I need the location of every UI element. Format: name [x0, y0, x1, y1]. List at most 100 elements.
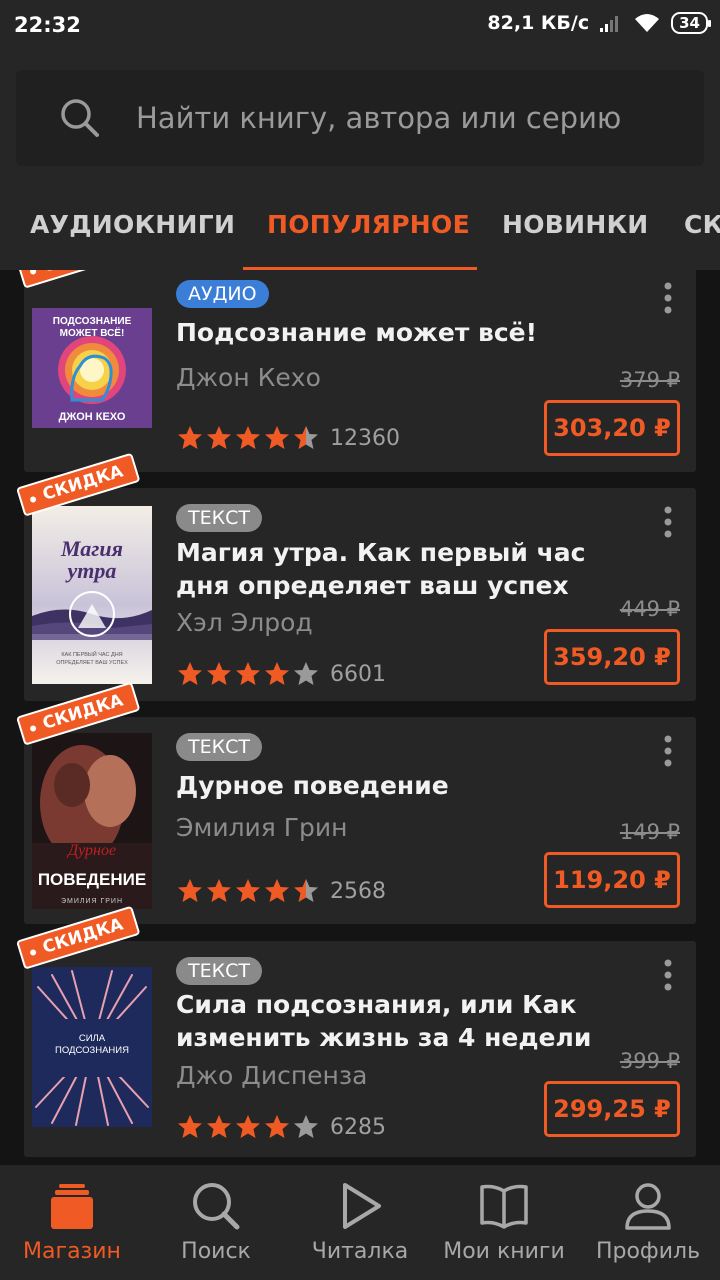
- svg-text:КАК ПЕРВЫЙ ЧАС ДНЯ: КАК ПЕРВЫЙ ЧАС ДНЯ: [61, 650, 122, 658]
- star-icon: [236, 1115, 260, 1138]
- star-icon: [178, 426, 202, 449]
- rating-count: 6285: [330, 1114, 386, 1140]
- header: Найти книгу, автора или серию АУДИОКНИГИ…: [0, 52, 720, 270]
- rating-count: 12360: [330, 425, 400, 451]
- format-chip: ТЕКСТ: [176, 957, 262, 985]
- rating-stars: [176, 1113, 320, 1141]
- nav-reader-label: Читалка: [311, 1239, 409, 1264]
- nav-profile[interactable]: Профиль: [576, 1165, 720, 1280]
- search-input[interactable]: Найти книгу, автора или серию: [16, 70, 704, 166]
- status-indicators: 82,1 КБ/с 34: [487, 12, 711, 34]
- rating-count: 6601: [330, 661, 386, 687]
- search-icon: [193, 1183, 240, 1230]
- star-icon: [178, 662, 202, 685]
- svg-text:ЭМИЛИЯ ГРИН: ЭМИЛИЯ ГРИН: [61, 898, 123, 905]
- nav-profile-label: Профиль: [595, 1239, 701, 1264]
- profile-icon: [625, 1183, 671, 1230]
- signal-icon: [600, 16, 619, 32]
- status-time: 22:32: [14, 13, 81, 37]
- book-author[interactable]: Хэл Элрод: [176, 608, 313, 637]
- nav-my-books[interactable]: Мои книги: [432, 1165, 576, 1280]
- wifi-icon: [635, 14, 660, 32]
- svg-text:Дурное: Дурное: [66, 842, 116, 859]
- rating-count: 2568: [330, 878, 386, 904]
- tab-audiobooks[interactable]: АУДИОКНИГИ: [30, 210, 235, 270]
- buy-price-button[interactable]: 299,25 ₽: [544, 1081, 680, 1137]
- format-chip: ТЕКСТ: [176, 504, 262, 532]
- star-icon: [236, 426, 260, 449]
- bottom-navigation: Магазин Поиск Читалка Мои книги Профиль: [0, 1165, 720, 1280]
- book-title[interactable]: Сила подсознания, или Как изменить жизнь…: [176, 988, 646, 1054]
- star-icon: [236, 879, 260, 902]
- book-title[interactable]: Дурное поведение: [176, 769, 646, 802]
- rating-stars: [176, 424, 320, 452]
- old-price: 379 ₽: [619, 368, 680, 392]
- nav-my-books-label: Мои книги: [443, 1239, 565, 1264]
- network-speed: 82,1 КБ/с: [487, 12, 590, 34]
- rating: 12360: [176, 424, 400, 452]
- book-list[interactable]: ПОДСОЗНАНИЕ МОЖЕТ ВСЁ! ДЖОН КЕХО СКИДКА …: [0, 270, 720, 1165]
- book-cover[interactable]: СИЛА ПОДСОЗНАНИЯ: [32, 967, 152, 1127]
- book-icon: [480, 1184, 528, 1229]
- book-cover[interactable]: Магия утра КАК ПЕРВЫЙ ЧАС ДНЯ ОПРЕДЕЛЯЕТ…: [32, 506, 152, 684]
- book-card[interactable]: Магия утра КАК ПЕРВЫЙ ЧАС ДНЯ ОПРЕДЕЛЯЕТ…: [16, 452, 696, 701]
- tab-discounts[interactable]: СК: [684, 210, 720, 270]
- buy-price-button[interactable]: 359,20 ₽: [544, 629, 680, 685]
- old-price: 449 ₽: [619, 597, 680, 621]
- old-price: 399 ₽: [619, 1049, 680, 1073]
- star-icon: [265, 879, 289, 902]
- star-icon: [294, 662, 318, 685]
- star-icon: [294, 426, 318, 449]
- rating: 6601: [176, 660, 386, 688]
- star-icon: [207, 426, 231, 449]
- discount-badge-label: СКИДКА: [16, 270, 141, 289]
- status-bar: 22:32 82,1 КБ/с 34: [0, 0, 720, 52]
- nav-search[interactable]: Поиск: [144, 1165, 288, 1280]
- book-card[interactable]: Дурное ПОВЕДЕНИЕ ЭМИЛИЯ ГРИН СКИДКА ТЕКС…: [16, 681, 696, 924]
- book-cover[interactable]: ПОДСОЗНАНИЕ МОЖЕТ ВСЁ! ДЖОН КЕХО: [32, 308, 152, 428]
- tab-popular[interactable]: ПОПУЛЯРНОЕ: [267, 210, 470, 270]
- svg-text:СИЛА: СИЛА: [79, 1033, 106, 1044]
- svg-text:утра: утра: [65, 558, 117, 583]
- book-author[interactable]: Эмилия Грин: [176, 813, 347, 842]
- nav-store-label: Магазин: [23, 1239, 121, 1264]
- book-title[interactable]: Магия утра. Как первый час дня определяе…: [176, 536, 646, 602]
- star-icon: [236, 662, 260, 685]
- star-icon: [294, 879, 318, 902]
- book-card[interactable]: СИЛА ПОДСОЗНАНИЯ СКИДКА ТЕКСТ Сила подсо…: [16, 905, 696, 1157]
- book-cover[interactable]: Дурное ПОВЕДЕНИЕ ЭМИЛИЯ ГРИН: [32, 733, 152, 909]
- book-card[interactable]: ПОДСОЗНАНИЕ МОЖЕТ ВСЁ! ДЖОН КЕХО СКИДКА …: [16, 270, 696, 472]
- category-tabs: АУДИОКНИГИ ПОПУЛЯРНОЕ НОВИНКИ СК: [0, 192, 720, 270]
- nav-store[interactable]: Магазин: [0, 1165, 144, 1280]
- search-placeholder: Найти книгу, автора или серию: [136, 101, 622, 135]
- more-options-icon[interactable]: [656, 280, 680, 316]
- more-options-icon[interactable]: [656, 504, 680, 540]
- book-author[interactable]: Джон Кехо: [176, 363, 321, 392]
- search-icon: [61, 99, 99, 137]
- svg-text:ПОДСОЗНАНИЕ: ПОДСОЗНАНИЕ: [53, 316, 132, 327]
- more-options-icon[interactable]: [656, 733, 680, 769]
- buy-price-button[interactable]: 119,20 ₽: [544, 852, 680, 908]
- nav-search-label: Поиск: [181, 1239, 251, 1264]
- book-title[interactable]: Подсознание может всё!: [176, 316, 646, 349]
- star-icon: [207, 879, 231, 902]
- rating-stars: [176, 877, 320, 905]
- svg-text:ПОВЕДЕНИЕ: ПОВЕДЕНИЕ: [38, 870, 146, 889]
- more-options-icon[interactable]: [656, 957, 680, 993]
- store-icon: [51, 1184, 93, 1229]
- rating: 2568: [176, 877, 386, 905]
- nav-reader[interactable]: Читалка: [288, 1165, 432, 1280]
- format-chip: ТЕКСТ: [176, 733, 262, 761]
- svg-text:ПОДСОЗНАНИЯ: ПОДСОЗНАНИЯ: [55, 1045, 129, 1056]
- star-icon: [294, 1115, 318, 1138]
- buy-price-button[interactable]: 303,20 ₽: [544, 400, 680, 456]
- star-icon: [207, 662, 231, 685]
- rating-stars: [176, 660, 320, 688]
- tab-new[interactable]: НОВИНКИ: [502, 210, 649, 270]
- star-icon: [265, 1115, 289, 1138]
- svg-text:ДЖОН КЕХО: ДЖОН КЕХО: [59, 411, 126, 423]
- old-price: 149 ₽: [619, 820, 680, 844]
- star-icon: [207, 1115, 231, 1138]
- book-author[interactable]: Джо Диспенза: [176, 1061, 368, 1090]
- play-icon: [343, 1183, 381, 1229]
